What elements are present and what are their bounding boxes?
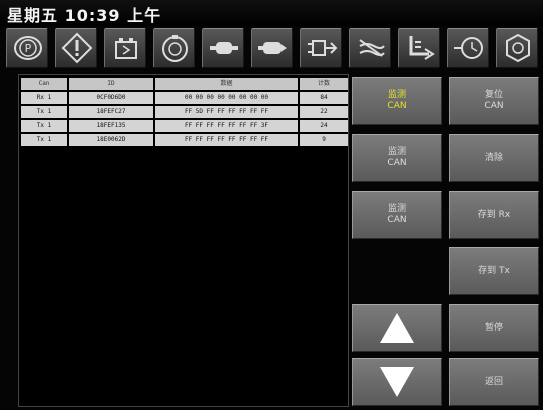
table-row[interactable]: Tx 1 18FEF135 FF FF FF FF FF FF FF 3F 24 — [21, 120, 350, 132]
cell-data: 00 00 00 00 00 00 00 00 — [155, 92, 298, 104]
cell-count: 22 — [300, 106, 348, 118]
header-can: Can — [21, 78, 67, 90]
save-tx-button[interactable]: 存到 Tx — [449, 247, 539, 295]
can-message-table: Can ID 数据 计数 Rx 1 0CF0D6D0 00 00 00 00 0… — [18, 74, 349, 407]
arrow-up-icon — [380, 313, 414, 343]
motor-right-icon[interactable] — [251, 28, 293, 68]
cell-id: 18E0062D — [69, 134, 153, 146]
scroll-down-button[interactable] — [352, 358, 442, 406]
save-rx-button[interactable]: 存到 Rx — [449, 191, 539, 239]
cell-channel: Tx 1 — [21, 106, 67, 118]
battery-icon[interactable] — [104, 28, 146, 68]
cell-count: 84 — [300, 92, 348, 104]
button-label: CAN — [387, 215, 407, 225]
reset-can-button[interactable]: 复位 CAN — [449, 77, 539, 125]
pause-button[interactable]: 暂停 — [449, 304, 539, 352]
fan-icon[interactable] — [349, 28, 391, 68]
header-data: 数据 — [155, 78, 298, 90]
monitor-can2-button[interactable]: 监测 CAN — [352, 134, 442, 182]
button-label: 复位 — [484, 90, 503, 100]
status-bar: 星期五 10:39 上午 — [0, 0, 543, 26]
button-label: 监测 — [387, 147, 406, 157]
exit-button[interactable]: 返回 — [449, 358, 539, 406]
cell-data: FF 5D FF FF FF FF FF FF — [155, 106, 298, 118]
cell-data: FF FF FF FF FF FF FF FF — [155, 134, 298, 146]
scroll-up-button[interactable] — [352, 304, 442, 352]
engine-icon[interactable] — [496, 28, 538, 68]
button-label: CAN — [387, 101, 407, 111]
table-row[interactable]: Tx 1 18E0062D FF FF FF FF FF FF FF FF 9 — [21, 134, 350, 146]
sensor-icon[interactable] — [447, 28, 489, 68]
cell-count: 9 — [300, 134, 348, 146]
button-label: 监测 — [387, 90, 406, 100]
cell-count: 24 — [300, 120, 348, 132]
table-header: Can ID 数据 计数 — [21, 78, 350, 90]
clock-label: 星期五 10:39 上午 — [7, 6, 162, 25]
motor-icon[interactable] — [202, 28, 244, 68]
header-count: 计数 — [300, 78, 348, 90]
cell-id: 18FEFC27 — [69, 106, 153, 118]
table-row[interactable]: Rx 1 0CF0D6D0 00 00 00 00 00 00 00 00 84 — [21, 92, 350, 104]
table-row[interactable]: Tx 1 18FEFC27 FF 5D FF FF FF FF FF FF 22 — [21, 106, 350, 118]
monitor-can1-button[interactable]: 监测 CAN — [352, 77, 442, 125]
button-label: CAN — [484, 101, 504, 111]
button-label: CAN — [387, 158, 407, 168]
cell-id: 0CF0D6D0 — [69, 92, 153, 104]
cell-data: FF FF FF FF FF FF FF 3F — [155, 120, 298, 132]
cell-channel: Rx 1 — [21, 92, 67, 104]
cell-channel: Tx 1 — [21, 120, 67, 132]
button-label: 监测 — [387, 204, 406, 214]
header-id: ID — [69, 78, 153, 90]
parking-brake-icon[interactable]: P — [6, 28, 48, 68]
exhaust-icon[interactable] — [398, 28, 440, 68]
toolbar: P — [6, 28, 539, 72]
monitor-can3-button[interactable]: 监测 CAN — [352, 191, 442, 239]
cell-channel: Tx 1 — [21, 134, 67, 146]
clear-button[interactable]: 清除 — [449, 134, 539, 182]
cell-id: 18FEF135 — [69, 120, 153, 132]
warning-icon[interactable] — [55, 28, 97, 68]
arrow-down-icon — [380, 367, 414, 397]
gearbox-icon[interactable] — [300, 28, 342, 68]
speed-icon[interactable] — [153, 28, 195, 68]
svg-text:P: P — [25, 42, 32, 55]
